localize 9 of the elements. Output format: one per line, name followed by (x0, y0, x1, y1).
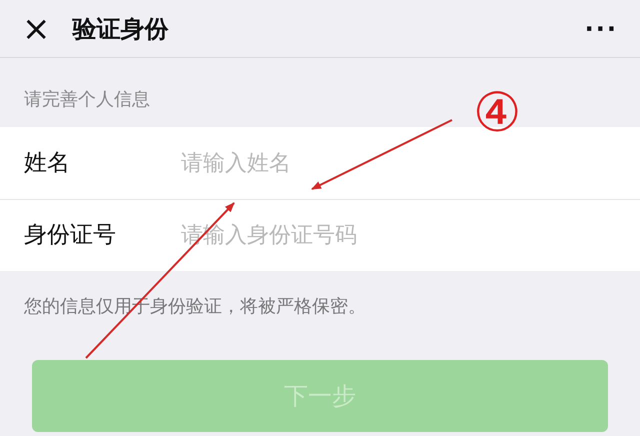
input-field[interactable]: 请输入姓名 (179, 146, 640, 180)
page-title: 验证身份 (72, 14, 168, 44)
section-label: 请完善个人信息 (24, 88, 150, 112)
field-label: 身份证号 (24, 221, 117, 250)
input-field[interactable]: 请输入身份证号码 (179, 218, 640, 253)
close-button[interactable]: × (22, 12, 50, 46)
field-label: 姓名 (24, 148, 71, 178)
annotation-number: ④ (473, 86, 522, 140)
more-button[interactable]: ··· (584, 10, 618, 46)
